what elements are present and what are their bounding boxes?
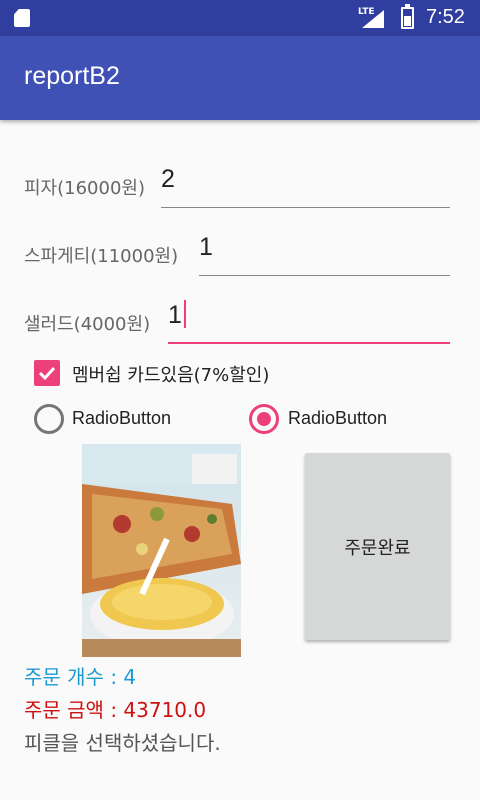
membership-checkbox-label: 멤버쉽 카드있음(7%할인) bbox=[72, 365, 270, 386]
order-amount-text: 주문 금액 : 43710.0 bbox=[24, 698, 207, 722]
spaghetti-quantity-value: 1 bbox=[199, 233, 213, 261]
selection-message-text: 피클을 선택하셨습니다. bbox=[24, 731, 221, 755]
sd-card-icon bbox=[14, 9, 30, 27]
radio-button-2[interactable] bbox=[249, 404, 279, 434]
pizza-field-row: 피자(16000원) 2 bbox=[24, 160, 450, 210]
spaghetti-quantity-input[interactable]: 1 bbox=[199, 228, 450, 276]
spaghetti-label: 스파게티(11000원) bbox=[24, 246, 179, 267]
order-complete-button[interactable]: 주문완료 bbox=[305, 453, 450, 640]
pizza-photo bbox=[82, 444, 241, 657]
signal-icon bbox=[362, 10, 384, 28]
radio-button-1-label: RadioButton bbox=[72, 408, 172, 428]
status-bar: LTE 7:52 bbox=[0, 0, 480, 36]
pizza-quantity-input[interactable]: 2 bbox=[161, 160, 450, 208]
salad-quantity-input[interactable]: 1 bbox=[168, 296, 450, 344]
membership-checkbox[interactable] bbox=[34, 360, 60, 386]
checkmark-icon bbox=[38, 366, 56, 381]
radio-button-2-label: RadioButton bbox=[288, 408, 388, 428]
radio-button-1[interactable] bbox=[34, 404, 64, 434]
app-title: reportB2 bbox=[24, 62, 120, 90]
spaghetti-field-row: 스파게티(11000원) 1 bbox=[24, 228, 450, 278]
order-count-text: 주문 개수 : 4 bbox=[24, 665, 137, 689]
pizza-label: 피자(16000원) bbox=[24, 178, 145, 199]
battery-icon bbox=[401, 4, 414, 29]
salad-label: 샐러드(4000원) bbox=[24, 314, 151, 335]
status-time: 7:52 bbox=[426, 6, 465, 28]
salad-quantity-value: 1 bbox=[168, 301, 182, 329]
salad-field-row: 샐러드(4000원) 1 bbox=[24, 296, 450, 346]
order-complete-label: 주문완료 bbox=[344, 537, 411, 559]
pizza-quantity-value: 2 bbox=[161, 165, 175, 193]
app-bar: reportB2 bbox=[0, 36, 480, 120]
text-cursor bbox=[183, 300, 186, 328]
